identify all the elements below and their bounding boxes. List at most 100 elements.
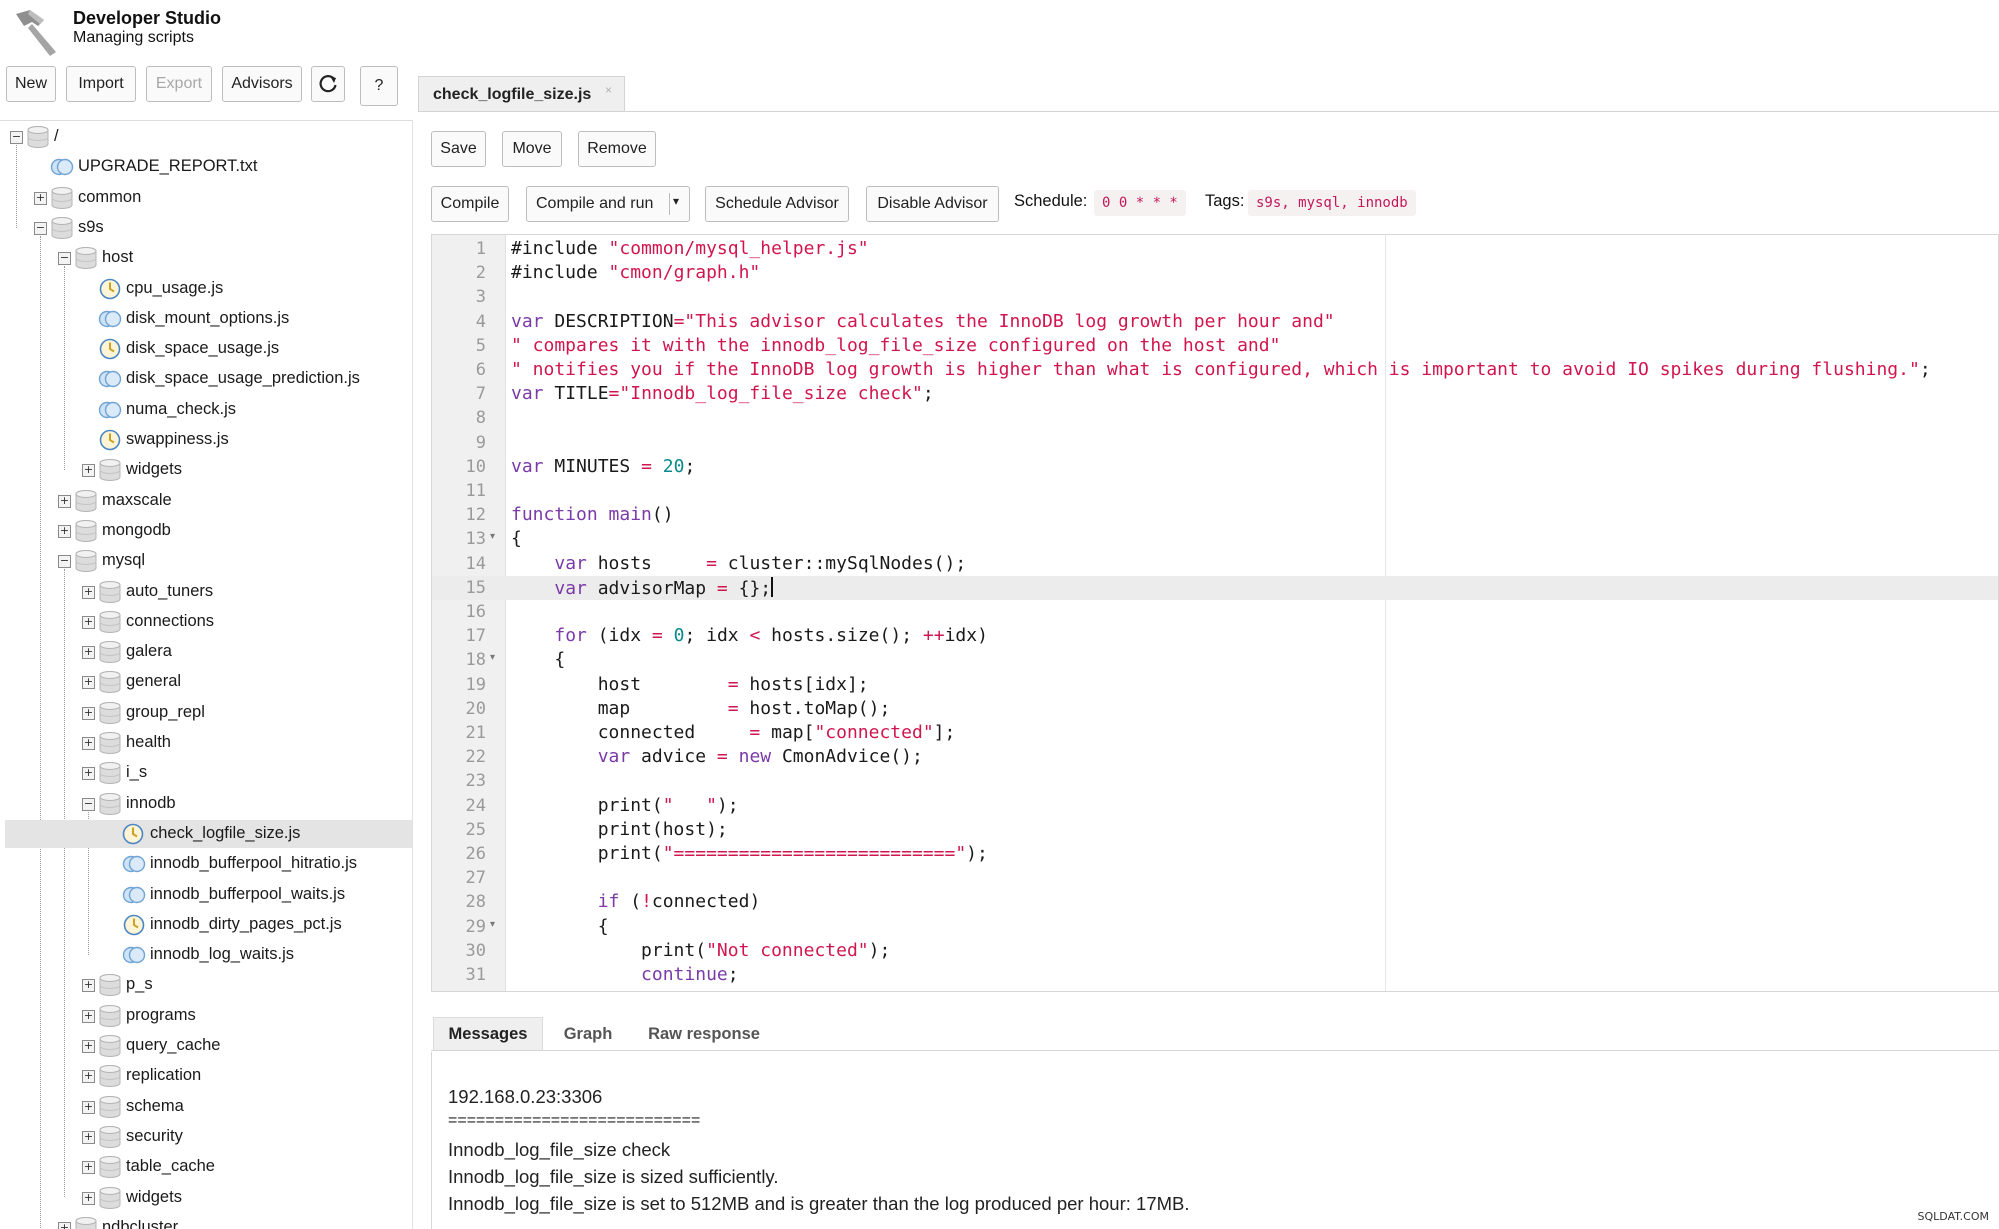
expand-toggle-icon[interactable]: + <box>82 1009 95 1023</box>
expand-toggle-icon[interactable]: + <box>58 1221 71 1229</box>
tree-item-innodb-bufferpool-hitratio-js[interactable]: innodb_bufferpool_hitratio.js <box>0 850 412 878</box>
tree-item-innodb[interactable]: − innodb <box>0 790 412 818</box>
code-line[interactable]: 3 <box>432 285 1998 309</box>
expand-toggle-icon[interactable]: + <box>34 191 47 205</box>
tree-item-innodb-log-waits-js[interactable]: innodb_log_waits.js <box>0 941 412 969</box>
tree-item-security[interactable]: + security <box>0 1123 412 1151</box>
expand-toggle-icon[interactable]: + <box>82 979 95 993</box>
code-line[interactable]: 2 #include "cmon/graph.h" <box>432 261 1998 285</box>
code-line[interactable]: 21 connected = map["connected"]; <box>432 721 1998 745</box>
expand-toggle-icon[interactable]: + <box>82 1191 95 1205</box>
expand-toggle-icon[interactable]: + <box>82 767 95 781</box>
tree-item-schema[interactable]: + schema <box>0 1093 412 1121</box>
tree-item-i-s[interactable]: + i_s <box>0 759 412 787</box>
code-line[interactable]: 5 " compares it with the innodb_log_file_… <box>432 334 1998 358</box>
code-editor[interactable]: 1 #include "common/mysql_helper.js" 2 #incl… <box>431 234 1999 992</box>
tree-item-root[interactable]: − / <box>0 123 412 151</box>
code-line[interactable]: 23 <box>432 769 1998 793</box>
compile-button[interactable]: Compile <box>431 186 509 222</box>
schedule-advisor-button[interactable]: Schedule Advisor <box>705 186 849 222</box>
code-line[interactable]: 10 var MINUTES = 20; <box>432 455 1998 479</box>
tree-item-p-s[interactable]: + p_s <box>0 971 412 999</box>
code-line[interactable]: 18 ▾ { <box>432 648 1998 672</box>
tree-item-widgets[interactable]: + widgets <box>0 1184 412 1212</box>
collapse-toggle-icon[interactable]: − <box>82 797 95 811</box>
code-line[interactable]: 8 <box>432 406 1998 430</box>
compile-and-run-button[interactable]: Compile and run ▾ <box>526 186 690 222</box>
code-line[interactable]: 28 if (!connected) <box>432 890 1998 914</box>
expand-toggle-icon[interactable]: + <box>82 464 95 478</box>
expand-toggle-icon[interactable]: + <box>82 585 95 599</box>
tree-item-disk-space-usage-js[interactable]: disk_space_usage.js <box>0 335 412 363</box>
tree-item-mysql[interactable]: − mysql <box>0 547 412 575</box>
tree-item-swappiness-js[interactable]: swappiness.js <box>0 426 412 454</box>
tree-item-s9s[interactable]: − s9s <box>0 214 412 242</box>
collapse-toggle-icon[interactable]: − <box>58 252 71 266</box>
tree-item-innodb-bufferpool-waits-js[interactable]: innodb_bufferpool_waits.js <box>0 881 412 909</box>
tab-check-logfile-size[interactable]: check_logfile_size.js × <box>418 76 625 112</box>
tree-item-group-repl[interactable]: + group_repl <box>0 699 412 727</box>
expand-toggle-icon[interactable]: + <box>58 524 71 538</box>
code-line[interactable]: 30 print("Not connected"); <box>432 939 1998 963</box>
fold-toggle-icon[interactable]: ▾ <box>490 919 495 930</box>
tree-item-galera[interactable]: + galera <box>0 638 412 666</box>
code-line[interactable]: 20 map = host.toMap(); <box>432 697 1998 721</box>
expand-toggle-icon[interactable]: + <box>82 737 95 750</box>
chevron-down-icon[interactable]: ▾ <box>673 194 679 208</box>
code-line[interactable]: 12 function main() <box>432 503 1998 527</box>
tree-item-upgrade-report-txt[interactable]: UPGRADE_REPORT.txt <box>0 153 412 181</box>
tree-item-check-logfile-size-js[interactable]: check_logfile_size.js <box>5 819 412 848</box>
code-line[interactable]: 31 continue; <box>432 963 1998 987</box>
code-line[interactable]: 13 ▾ { <box>432 527 1998 551</box>
tree-item-numa-check-js[interactable]: numa_check.js <box>0 396 412 424</box>
advisors-button[interactable]: Advisors <box>222 66 302 102</box>
tab-messages[interactable]: Messages <box>433 1017 543 1051</box>
expand-toggle-icon[interactable]: + <box>82 1100 95 1114</box>
tree-item-connections[interactable]: + connections <box>0 608 412 636</box>
expand-toggle-icon[interactable]: + <box>82 676 95 690</box>
tree-item-general[interactable]: + general <box>0 668 412 696</box>
tree-item-ndbcluster[interactable]: + ndbcluster <box>0 1214 412 1229</box>
tree-item-disk-mount-options-js[interactable]: disk_mount_options.js <box>0 305 412 333</box>
expand-toggle-icon[interactable]: + <box>58 494 71 508</box>
code-line[interactable]: 9 <box>432 431 1998 455</box>
code-line[interactable]: 16 <box>432 600 1998 624</box>
code-line[interactable]: 19 host = hosts[idx]; <box>432 673 1998 697</box>
tree-item-cpu-usage-js[interactable]: cpu_usage.js <box>0 275 412 303</box>
tree-item-maxscale[interactable]: + maxscale <box>0 487 412 515</box>
code-line[interactable]: 17 for (idx = 0; idx < hosts.size(); ++i… <box>432 624 1998 648</box>
code-line[interactable]: 1 #include "common/mysql_helper.js" <box>432 237 1998 261</box>
move-button[interactable]: Move <box>502 131 562 167</box>
expand-toggle-icon[interactable]: + <box>82 1130 95 1144</box>
collapse-toggle-icon[interactable]: − <box>10 131 23 144</box>
expand-toggle-icon[interactable]: + <box>82 1161 95 1175</box>
expand-toggle-icon[interactable]: + <box>82 615 95 629</box>
tree-item-query-cache[interactable]: + query_cache <box>0 1032 412 1060</box>
code-line[interactable]: 26 print("=========================="); <box>432 842 1998 866</box>
tree-item-programs[interactable]: + programs <box>0 1002 412 1030</box>
tree-item-disk-space-usage-prediction-js[interactable]: disk_space_usage_prediction.js <box>0 365 412 393</box>
export-button[interactable]: Export <box>146 66 212 102</box>
tab-graph[interactable]: Graph <box>550 1017 626 1051</box>
code-line[interactable]: 24 print(" "); <box>432 794 1998 818</box>
collapse-toggle-icon[interactable]: − <box>34 221 47 235</box>
code-line[interactable]: 27 <box>432 866 1998 890</box>
tab-close-icon[interactable]: × <box>605 83 612 97</box>
tree-item-host[interactable]: − host <box>0 244 412 272</box>
refresh-button[interactable] <box>311 66 345 102</box>
code-line[interactable]: 25 print(host); <box>432 818 1998 842</box>
code-line[interactable]: 14 var hosts = cluster::mySqlNodes(); <box>432 552 1998 576</box>
new-button[interactable]: New <box>6 66 56 102</box>
save-button[interactable]: Save <box>431 131 486 167</box>
tab-raw-response[interactable]: Raw response <box>636 1017 772 1051</box>
tree-item-replication[interactable]: + replication <box>0 1062 412 1090</box>
tree-item-common[interactable]: + common <box>0 184 412 212</box>
expand-toggle-icon[interactable]: + <box>82 646 95 660</box>
code-line[interactable]: 29 ▾ { <box>432 915 1998 939</box>
expand-toggle-icon[interactable]: + <box>82 1040 95 1053</box>
code-line[interactable]: 11 <box>432 479 1998 503</box>
code-line[interactable]: 6 " notifies you if the InnoDB log growth… <box>432 358 1998 382</box>
collapse-toggle-icon[interactable]: − <box>58 555 71 569</box>
tree-item-widgets[interactable]: + widgets <box>0 456 412 484</box>
tree-item-health[interactable]: + health <box>0 729 412 757</box>
